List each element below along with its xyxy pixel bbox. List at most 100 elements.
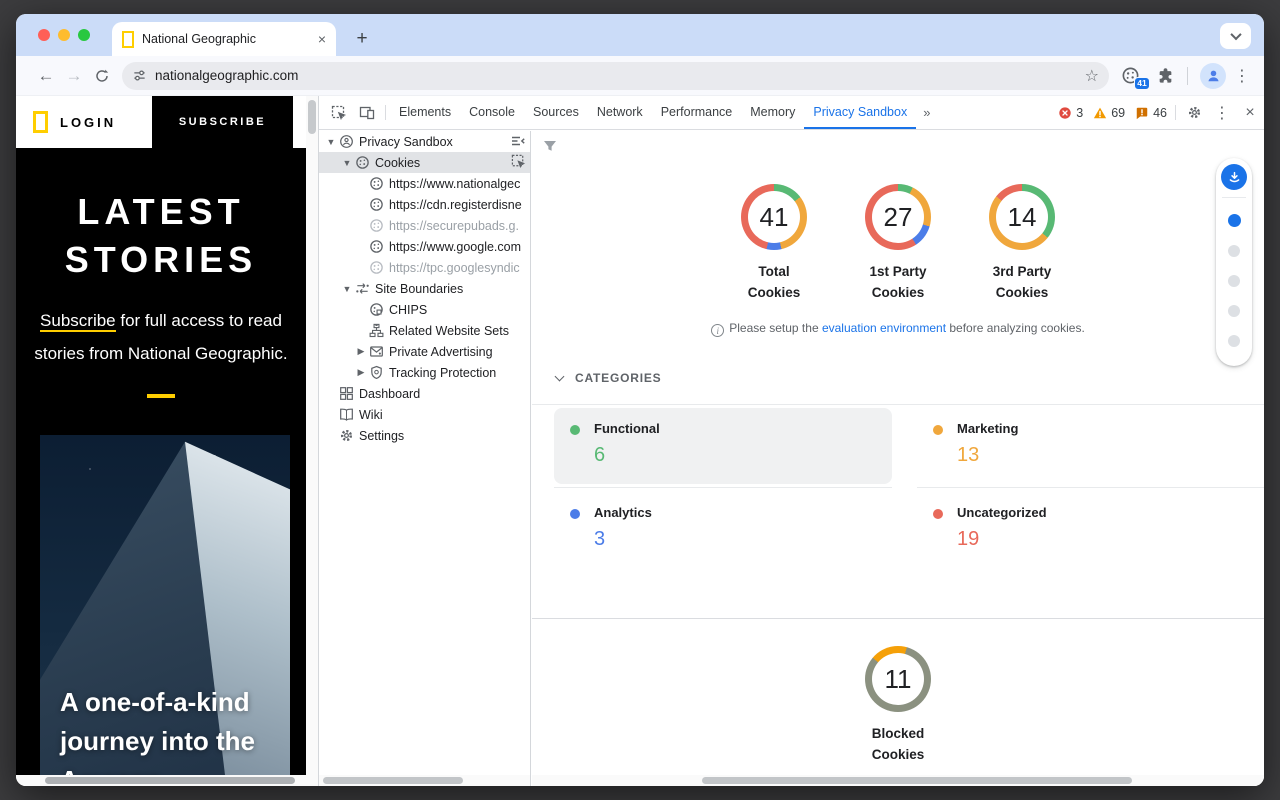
fullscreen-window-button[interactable] — [78, 29, 90, 41]
categories-header[interactable]: CATEGORIES — [532, 352, 1264, 404]
tab-privacy-sandbox[interactable]: Privacy Sandbox — [804, 96, 916, 129]
tree-item-dashboard[interactable]: Dashboard — [319, 383, 530, 404]
errors-badge[interactable]: 3 — [1058, 106, 1083, 120]
site-settings-icon[interactable] — [132, 68, 147, 83]
back-button[interactable]: ← — [32, 62, 60, 90]
devtools-close-button[interactable]: × — [1236, 96, 1264, 129]
subscribe-link[interactable]: Subscribe — [40, 311, 116, 332]
tree-item-related-website-sets[interactable]: Related Website Sets — [319, 320, 530, 341]
section-dot[interactable] — [1228, 245, 1240, 257]
inspect-element-button[interactable] — [325, 96, 353, 129]
functional-bullet-icon — [570, 425, 580, 435]
browser-menu-button[interactable]: ⋮ — [1230, 66, 1254, 86]
tree-item-label: Cookies — [375, 156, 420, 170]
reload-button[interactable] — [88, 62, 116, 90]
tab-sources[interactable]: Sources — [524, 96, 588, 129]
tab-performance[interactable]: Performance — [652, 96, 742, 129]
tree-item-wiki[interactable]: Wiki — [319, 404, 530, 425]
tree-item-tracking-protection[interactable]: ▶ Tracking Protection — [319, 362, 530, 383]
close-tab-icon[interactable]: × — [318, 31, 326, 47]
story-card-title: A one-of-a-kind journey into the Amazon — [60, 683, 255, 775]
category-value: 19 — [957, 528, 1264, 551]
device-toolbar-button[interactable] — [353, 96, 381, 129]
browser-window: National Geographic × + ← → nationalgeog… — [16, 14, 1264, 786]
tree-item-label: https://tpc.googlesyndic — [389, 261, 520, 275]
category-analytics[interactable]: Analytics 3 — [554, 489, 892, 572]
chevron-down-icon[interactable]: ▼ — [339, 284, 355, 294]
category-functional[interactable]: Functional 6 — [554, 405, 892, 488]
tree-item-url-nationalgeographic[interactable]: https://www.nationalgec — [319, 173, 530, 194]
category-label: Analytics — [594, 505, 892, 520]
tree-item-site-boundaries[interactable]: ▼ Site Boundaries — [319, 278, 530, 299]
scrollbar-thumb[interactable] — [323, 777, 463, 784]
section-dot[interactable] — [1228, 305, 1240, 317]
more-tabs-button[interactable]: » — [916, 96, 937, 129]
story-card[interactable]: A one-of-a-kind journey into the Amazon — [40, 435, 290, 775]
tree-item-label: Related Website Sets — [389, 324, 509, 338]
evaluation-environment-link[interactable]: evaluation environment — [822, 321, 946, 335]
tree-item-url-securepubads[interactable]: https://securepubads.g. — [319, 215, 530, 236]
new-tab-button[interactable]: + — [348, 25, 376, 53]
url-text[interactable]: nationalgeographic.com — [155, 68, 1077, 83]
tree-item-private-advertising[interactable]: ▶ Private Advertising — [319, 341, 530, 362]
tree-horizontal-scrollbar[interactable] — [319, 775, 530, 786]
bookmark-star-icon[interactable]: ☆ — [1085, 66, 1099, 86]
cookie-icon — [369, 176, 384, 191]
page-horizontal-scrollbar[interactable] — [16, 775, 318, 786]
blocked-cookies-section: 11 Blocked Cookies — [532, 646, 1264, 765]
tree-item-privacy-sandbox[interactable]: ▼ Privacy Sandbox — [319, 131, 530, 152]
tree-item-url-cdn-registerdisney[interactable]: https://cdn.registerdisne — [319, 194, 530, 215]
chevron-down-icon[interactable]: ▼ — [323, 137, 339, 147]
scrollbar-thumb[interactable] — [45, 777, 295, 784]
scrollbar-thumb[interactable] — [308, 100, 316, 134]
issues-count: 46 — [1153, 106, 1167, 120]
main-horizontal-scrollbar[interactable] — [532, 775, 1264, 786]
tab-strip: National Geographic × + — [16, 14, 1264, 56]
collapse-sidebar-icon[interactable] — [510, 133, 526, 152]
tree-item-cookies[interactable]: ▼ Cookies — [319, 152, 530, 173]
devtools-menu-button[interactable]: ⋮ — [1208, 96, 1236, 129]
devtools-settings-button[interactable] — [1180, 96, 1208, 129]
book-icon — [339, 407, 354, 422]
tree-item-chips[interactable]: CHIPS — [319, 299, 530, 320]
tree-item-url-googlesyndication[interactable]: https://tpc.googlesyndic — [319, 257, 530, 278]
page-vertical-scrollbar[interactable] — [306, 96, 318, 775]
tab-search-button[interactable] — [1220, 23, 1251, 49]
address-bar[interactable]: nationalgeographic.com ☆ — [122, 62, 1109, 90]
chevron-right-icon[interactable]: ▶ — [353, 346, 369, 357]
tree-item-settings[interactable]: Settings — [319, 425, 530, 446]
cookie-extension-button[interactable]: 41 — [1121, 64, 1147, 88]
browser-tab[interactable]: National Geographic × — [112, 22, 336, 56]
devtools-panel: Elements Console Sources Network Perform… — [318, 96, 1264, 786]
natgeo-logo[interactable] — [33, 111, 48, 133]
section-dot[interactable] — [1228, 275, 1240, 287]
section-dot[interactable] — [1228, 335, 1240, 347]
yellow-divider — [147, 394, 175, 398]
category-uncategorized[interactable]: Uncategorized 19 — [917, 489, 1264, 572]
tab-console[interactable]: Console — [460, 96, 524, 129]
analytics-bullet-icon — [570, 509, 580, 519]
tab-elements[interactable]: Elements — [390, 96, 460, 129]
close-window-button[interactable] — [38, 29, 50, 41]
forward-button[interactable]: → — [60, 62, 88, 90]
chevron-right-icon[interactable]: ▶ — [353, 367, 369, 378]
chevron-down-icon[interactable]: ▼ — [339, 158, 355, 168]
tree-item-url-google[interactable]: https://www.google.com — [319, 236, 530, 257]
chips-cookie-icon — [369, 302, 384, 317]
extensions-button[interactable] — [1151, 62, 1179, 90]
inspect-icon[interactable] — [511, 154, 526, 172]
warnings-badge[interactable]: 69 — [1093, 106, 1125, 120]
section-dot-active[interactable] — [1228, 214, 1241, 227]
download-report-button[interactable] — [1221, 164, 1247, 190]
issues-badge[interactable]: 46 — [1135, 106, 1167, 120]
scrollbar-thumb[interactable] — [702, 777, 1132, 784]
filter-funnel-icon[interactable] — [542, 138, 558, 154]
minimize-window-button[interactable] — [58, 29, 70, 41]
tree-item-label: Wiki — [359, 408, 383, 422]
profile-avatar[interactable] — [1200, 63, 1226, 89]
tab-network[interactable]: Network — [588, 96, 652, 129]
login-button[interactable]: LOGIN — [60, 115, 116, 130]
tab-memory[interactable]: Memory — [741, 96, 804, 129]
category-marketing[interactable]: Marketing 13 — [917, 405, 1264, 488]
subscribe-button[interactable]: SUBSCRIBE — [152, 96, 293, 148]
